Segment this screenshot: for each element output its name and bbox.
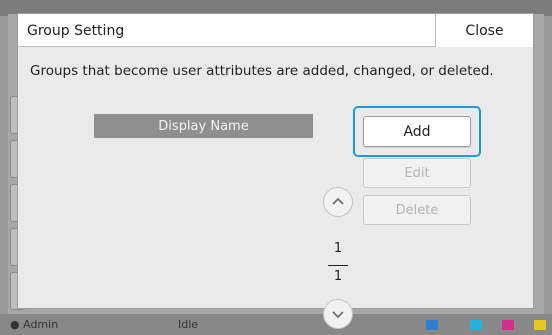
dialog-description: Groups that become user attributes are a… xyxy=(30,63,494,79)
ink-indicator-icon xyxy=(534,320,546,330)
chevron-down-icon xyxy=(332,311,344,319)
display-name-column-header: Display Name xyxy=(94,114,313,138)
ink-indicator-icon xyxy=(426,320,438,330)
user-name: Admin xyxy=(23,318,59,331)
dialog-body: Groups that become user attributes are a… xyxy=(18,47,533,329)
page-up-button[interactable] xyxy=(323,187,353,217)
ink-indicator-icon xyxy=(470,320,482,330)
ink-indicator-icon xyxy=(502,320,514,330)
dialog-title: Group Setting xyxy=(27,23,125,39)
group-setting-dialog: Group Setting Close Groups that become u… xyxy=(17,13,534,329)
person-icon: ● xyxy=(10,318,20,331)
chevron-up-icon xyxy=(332,197,344,205)
page-divider xyxy=(328,265,348,266)
close-button[interactable]: Close xyxy=(435,14,533,47)
page-down-button[interactable] xyxy=(323,299,353,329)
edit-button[interactable]: Edit xyxy=(363,158,471,188)
delete-button[interactable]: Delete xyxy=(363,195,471,225)
current-page: 1 xyxy=(333,241,343,256)
add-button[interactable]: Add xyxy=(363,116,471,147)
total-pages: 1 xyxy=(333,269,343,284)
machine-status: Idle xyxy=(178,318,199,331)
user-indicator: ● Admin xyxy=(10,318,58,331)
dialog-header: Group Setting Close xyxy=(18,14,533,47)
